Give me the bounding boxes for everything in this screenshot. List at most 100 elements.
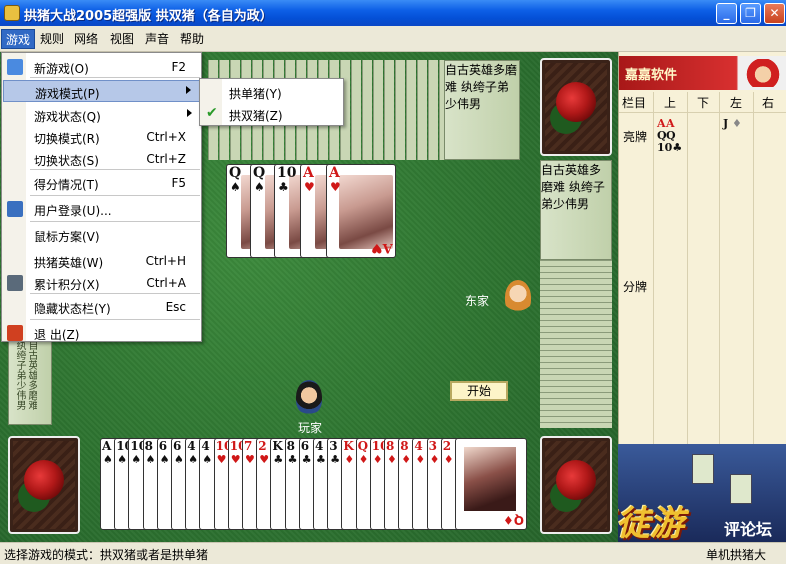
menu-item-shortcut: Ctrl+X [146, 130, 186, 144]
calligraphy-text: 自古英雄多磨难 纨绔子弟少伟男 [541, 163, 605, 211]
menu-item-label: 隐藏状态栏(Y) [34, 302, 111, 316]
submenu-item-label: 拱双猪(Z) [229, 109, 283, 123]
menu-item-shortcut: F5 [171, 176, 186, 190]
col-header-up: 上 [664, 96, 677, 110]
shown-card-up: 10♣ [657, 142, 682, 153]
card-rank: 10 [277, 165, 297, 181]
card-rank: 3 [329, 439, 338, 453]
card-portrait-image [464, 447, 516, 511]
card-rank: 10 [657, 141, 673, 154]
col-header-left: 左 [730, 96, 743, 110]
card-suit: ♠ [117, 453, 128, 466]
card-suit: ♦ [387, 453, 397, 466]
menu-item-new-game[interactable]: 新游戏(O) F2 [3, 56, 200, 78]
menu-item-shortcut: F2 [171, 60, 186, 74]
promo-logo-text: 三徒游 [618, 504, 684, 542]
submenu-item-single-pig[interactable]: 拱单猪(Y) [201, 81, 342, 103]
menu-item-label: 退 出(Z) [34, 328, 80, 342]
card-edge [417, 60, 427, 160]
card-rank: Q [357, 439, 369, 453]
start-button[interactable]: 开始 [450, 381, 508, 401]
card-rank: Q [229, 165, 242, 181]
menu-item-game-mode[interactable]: 游戏模式(P) [3, 80, 200, 102]
card-suit: ♦ [728, 117, 742, 130]
corner-deck-top-right [540, 58, 612, 156]
card-rank: 8 [386, 439, 395, 453]
game-mode-submenu: 拱单猪(Y) ✔ 拱双猪(Z) [199, 78, 344, 126]
card-suit: ♦ [358, 453, 369, 466]
card-suit: ♠ [254, 180, 265, 194]
menu-help[interactable]: 帮助 [176, 29, 208, 49]
menu-item-label: 游戏模式(P) [35, 87, 100, 101]
submenu-arrow-icon [187, 109, 192, 117]
exit-icon [7, 325, 23, 341]
card-rank-corner: Q♦ [503, 513, 524, 527]
promo-side-text: 评论坛 [724, 520, 773, 539]
card-suit: ♦ [401, 453, 412, 466]
card-icon [692, 454, 714, 484]
menu-item-label: 新游戏(O) [34, 62, 89, 76]
minimize-button[interactable]: _ [716, 3, 737, 24]
card-suit: ♥ [259, 453, 270, 466]
card-rank: 8 [144, 439, 153, 453]
menu-item-shortcut: Esc [165, 300, 186, 314]
maximize-button[interactable]: ❐ [740, 3, 761, 24]
menu-item-cumulative-score[interactable]: 累计积分(X) Ctrl+A [3, 272, 200, 294]
title-bar[interactable]: 拱猪大战2005超强版 拱双猪（各自为政） _ ❐ ✕ [0, 0, 786, 26]
menu-item-game-state[interactable]: 游戏状态(Q) [3, 104, 200, 126]
menu-separator [30, 319, 200, 320]
menu-item-switch-mode[interactable]: 切换模式(R) Ctrl+X [3, 126, 200, 148]
card-rank: A [102, 439, 112, 453]
card-edge [351, 60, 361, 160]
east-avatar [505, 280, 531, 314]
card-suit: ♣ [330, 453, 341, 466]
card-back: 自古英雄多磨难 纨绔子弟少伟男 [444, 60, 520, 160]
menu-item-pig-heroes[interactable]: 拱猪英雄(W) Ctrl+H [3, 250, 200, 272]
player-label: 玩家 [298, 421, 323, 435]
card-edge [373, 60, 383, 160]
card-suit: ♦ [415, 453, 426, 466]
menu-game[interactable]: 游戏 [1, 29, 36, 49]
card-rank: 4 [315, 439, 324, 453]
card-rank: 8 [286, 439, 295, 453]
menu-item-switch-state[interactable]: 切换状态(S) Ctrl+Z [3, 148, 200, 170]
menu-item-exit[interactable]: 退 出(Z) [3, 322, 200, 344]
card-suit: ♠ [103, 453, 113, 466]
status-text: 选择游戏的模式：拱双猪或者是拱单猪 [4, 548, 209, 562]
close-button[interactable]: ✕ [764, 3, 785, 24]
hand-card[interactable]: Q♦ [455, 438, 527, 530]
card-rank: A [329, 165, 340, 181]
card-suit: ♠ [131, 453, 142, 466]
card-suit: ♥ [230, 453, 241, 466]
card-edge [395, 60, 405, 160]
menu-item-hide-statusbar[interactable]: 隐藏状态栏(Y) Esc [3, 296, 200, 318]
menu-sound[interactable]: 声音 [141, 29, 173, 49]
col-header-category: 栏目 [622, 96, 647, 110]
menu-item-mouse-scheme[interactable]: 鼠标方案(V) [3, 224, 200, 246]
card-suit: ♣ [287, 453, 298, 466]
card-suit: ♣ [278, 180, 289, 194]
card-rank: 2 [442, 439, 452, 453]
menu-view[interactable]: 视图 [106, 29, 138, 49]
submenu-item-double-pig[interactable]: ✔ 拱双猪(Z) [201, 103, 342, 125]
card-rank: 6 [173, 439, 182, 453]
card-edge [406, 60, 416, 160]
card-rank: 4 [414, 439, 423, 453]
card-suit: ♠ [145, 453, 156, 466]
status-bar: 选择游戏的模式：拱双猪或者是拱单猪 单机拱猪大 [0, 542, 786, 564]
menu-item-shortcut: Ctrl+A [146, 276, 186, 290]
card-portrait-image [339, 175, 393, 249]
menu-network[interactable]: 网络 [70, 29, 102, 49]
menu-rules[interactable]: 规则 [36, 29, 68, 49]
col-header-down: 下 [697, 96, 710, 110]
menu-item-user-login[interactable]: 用户登录(U)... [3, 198, 200, 220]
game-menu: 新游戏(O) F2 游戏模式(P) 游戏状态(Q) 切换模式(R) Ctrl+X 切换状态(… [1, 52, 202, 342]
card-rank: 6 [158, 439, 168, 453]
menu-item-label: 游戏状态(Q) [34, 110, 101, 124]
status-mode-text: 单机拱猪大 [705, 548, 766, 562]
card-rank: 8 [400, 439, 409, 453]
menu-item-label: 累计积分(X) [34, 278, 100, 292]
menu-item-score-status[interactable]: 得分情况(T) F5 [3, 172, 200, 194]
user-login-icon [7, 201, 23, 217]
row-label-shown: 亮牌 [623, 130, 648, 144]
